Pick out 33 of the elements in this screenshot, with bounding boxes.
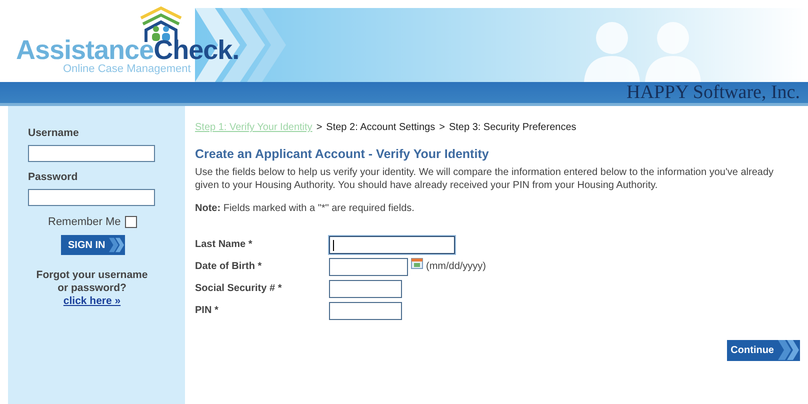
field-label: Date of Birth * — [195, 260, 263, 274]
forgot-text: Forgot your username or password? — [35, 269, 149, 296]
field-label: PIN * — [195, 304, 220, 318]
input-field[interactable] — [329, 258, 408, 276]
click-here-link[interactable]: click here » — [63, 295, 121, 308]
page-title: Create an Applicant Account - Verify Your Identity — [195, 146, 490, 163]
password-label: Password — [28, 170, 79, 185]
breadcrumb-step: Step 2: Account Settings — [326, 120, 436, 135]
continue-button[interactable]: Continue — [726, 340, 800, 361]
field-label: Social Security # * — [195, 282, 283, 296]
logo-text: Assistance — [16, 35, 154, 65]
input-field[interactable] — [329, 236, 455, 254]
chevrons-icon — [109, 235, 125, 255]
breadcrumb-step: Step 3: Security Preferences — [448, 120, 576, 135]
breadcrumb-separator: > — [439, 121, 445, 135]
username-label: Username — [28, 126, 80, 141]
sign-in-button[interactable]: SIGN IN — [61, 235, 125, 255]
input-field[interactable] — [329, 302, 402, 320]
breadcrumb-separator: > — [316, 121, 322, 135]
company-name: HAPPY Software, Inc. — [626, 83, 800, 102]
password-field[interactable] — [28, 188, 155, 206]
note-text: Note: Fields marked with a "*" are required fields. — [195, 202, 416, 216]
remember-me-label: Remember Me — [48, 214, 121, 230]
input-field[interactable] — [329, 280, 402, 298]
calendar-icon[interactable] — [411, 258, 423, 270]
field-label: Last Name * — [195, 238, 254, 252]
username-field[interactable] — [28, 144, 155, 162]
remember-me-checkbox[interactable] — [124, 216, 137, 228]
date-format-hint: (mm/dd/yyyy) — [426, 260, 486, 274]
logo-tagline: Online Case Management — [63, 64, 192, 74]
chevrons-icon — [778, 340, 800, 360]
intro-text: Use the fields below to help us verify your identity. We will compare the information entered below to the information you've already given to your Housing Authority. You should have already received your PIN from your Housing Authority. — [195, 166, 775, 192]
logo-text: Check. — [154, 35, 240, 65]
